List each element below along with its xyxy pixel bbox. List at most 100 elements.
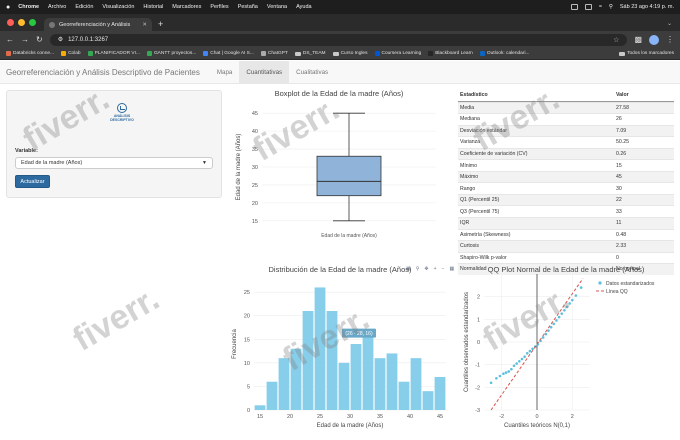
apple-icon[interactable]: ●: [6, 4, 10, 11]
menu-visualizacion[interactable]: Visualización: [102, 4, 134, 10]
all-bookmarks[interactable]: Todos los marcadores: [619, 51, 674, 56]
status-icon[interactable]: [570, 4, 578, 10]
y-tick-label: 30: [252, 165, 258, 171]
histogram-bar: [278, 358, 290, 410]
bookmark-icon: [479, 51, 485, 56]
qq-point: [547, 329, 550, 332]
clock[interactable]: Sáb 23 ago 4:19 p. m.: [620, 4, 674, 10]
stat-value: 26: [616, 116, 622, 123]
menu-ventana[interactable]: Ventana: [267, 4, 287, 10]
reload-icon[interactable]: ↻: [36, 35, 43, 44]
zoom-in-icon[interactable]: +: [434, 266, 437, 272]
site-info-icon[interactable]: ⚙: [58, 36, 63, 43]
bookmark-label: Databricks conne...: [13, 51, 55, 56]
forward-icon[interactable]: →: [21, 35, 29, 44]
qq-point: [510, 367, 513, 371]
bookmark-item[interactable]: Colab: [61, 51, 81, 56]
y-tick-label: 25: [252, 183, 258, 189]
stats-header-cell[interactable]: Estadístico: [458, 92, 614, 98]
stat-value: 30: [616, 185, 622, 192]
qq-point: [525, 352, 529, 355]
menu-edicion[interactable]: Edición: [75, 4, 93, 10]
sidebar-panel: ANÁLISIS DESCRIPTIVO Variable: Edad de l…: [6, 90, 222, 198]
bookmark-icon: [374, 51, 380, 56]
stats-header-cell[interactable]: Valor: [614, 92, 674, 98]
x-tick-label: 20: [287, 414, 293, 420]
x-tick-label: 2: [571, 414, 574, 420]
extensions-icon[interactable]: ▩: [634, 35, 642, 44]
qq-point: [512, 364, 516, 368]
wifi-icon[interactable]: ≈: [599, 4, 602, 10]
chrome-menu-icon[interactable]: ⋮: [666, 35, 674, 44]
tab-title: Georreferenciación y Análisis: [59, 21, 131, 28]
bookmark-icon: [6, 51, 11, 56]
plot-modebar: ▣ ⚲ ✥ + − ▦ ⌂: [406, 266, 462, 272]
x-axis-label: Cuantiles teóricos N(0,1): [504, 423, 570, 429]
close-window-icon[interactable]: [7, 19, 14, 26]
pan-icon[interactable]: ✥: [424, 266, 428, 272]
maximize-window-icon[interactable]: [29, 19, 36, 26]
menu-chrome[interactable]: Chrome: [18, 4, 39, 10]
menu-archivo[interactable]: Archivo: [48, 4, 66, 10]
y-tick-label: 1: [477, 317, 480, 323]
variable-label: Variable:: [15, 148, 38, 154]
update-button[interactable]: Actualizar: [15, 175, 50, 188]
tab-cuantitativas[interactable]: Cuantitativas: [239, 60, 290, 84]
folder-icon: [294, 51, 301, 56]
close-tab-icon[interactable]: ✕: [142, 22, 147, 28]
browser-tab-active[interactable]: Georreferenciación y Análisis ✕: [44, 18, 152, 31]
y-axis-label: Edad de la madre (Años): [236, 134, 242, 201]
autoscale-icon[interactable]: ▦: [449, 266, 454, 272]
zoom-out-icon[interactable]: −: [442, 266, 445, 272]
zoom-icon[interactable]: ⚲: [416, 266, 420, 272]
stat-value: 11: [616, 220, 622, 227]
stat-name: Máximo: [460, 174, 479, 181]
minimize-window-icon[interactable]: [18, 19, 25, 26]
menu-marcadores[interactable]: Marcadores: [172, 4, 201, 10]
bookmark-item[interactable]: PLANIFICADOR VI...: [87, 51, 140, 56]
qq-point: [498, 374, 502, 378]
bookmark-item[interactable]: Coursera Learning: [374, 51, 421, 56]
stats-row: Desviación estándar 7.09: [458, 124, 674, 137]
new-tab-icon[interactable]: +: [158, 19, 163, 29]
histogram-bar: [302, 311, 314, 410]
menu-perfiles[interactable]: Perfiles: [210, 4, 228, 10]
qq-point: [571, 298, 574, 302]
legend-label: Línea QQ: [606, 289, 628, 295]
tab-mapa[interactable]: Mapa: [210, 61, 239, 84]
x-tick-label: 15: [257, 414, 263, 420]
tab-search-icon[interactable]: ⌄: [667, 20, 672, 27]
y-tick-label: 15: [244, 337, 250, 343]
stats-row: Mínimo 15: [458, 159, 674, 171]
search-icon[interactable]: ⚲: [609, 4, 613, 10]
address-bar[interactable]: ⚙ 127.0.0.1:3267 ☆: [49, 33, 628, 46]
tab-cualitativas[interactable]: Cualitativas: [289, 61, 335, 84]
qq-point: [523, 355, 526, 359]
bookmark-item[interactable]: ChatGPT: [260, 51, 288, 56]
battery-icon[interactable]: [584, 4, 592, 10]
histogram-bar: [422, 391, 434, 410]
profile-avatar[interactable]: [649, 34, 659, 45]
camera-icon[interactable]: ▣: [406, 266, 411, 272]
bookmark-label: Blackboard Learn: [435, 51, 473, 56]
browser-tab-strip: Georreferenciación y Análisis ✕ + ⌄: [0, 14, 680, 31]
stats-header-row: Estadístico Valor: [458, 90, 674, 102]
bookmark-item[interactable]: Chat | Google AI S...: [203, 51, 254, 56]
bookmark-item[interactable]: Curso Ingles: [332, 51, 368, 56]
bookmark-item[interactable]: Databricks conne...: [6, 51, 54, 56]
bookmark-item[interactable]: Blackboard Learn: [428, 51, 473, 56]
stat-value: 50.25: [616, 139, 629, 146]
menu-ayuda[interactable]: Ayuda: [296, 4, 312, 10]
bookmark-item[interactable]: Outlook: calendari...: [479, 51, 530, 56]
bookmark-item[interactable]: DS_TEAM: [294, 51, 326, 56]
back-icon[interactable]: ←: [6, 35, 14, 44]
qq-point: [544, 332, 548, 336]
x-tick-label: 45: [437, 414, 443, 420]
bookmark-star-icon[interactable]: ☆: [613, 36, 619, 44]
menu-historial[interactable]: Historial: [143, 4, 163, 10]
variable-select[interactable]: Edad de la madre (Años) ▼: [15, 157, 213, 169]
qq-point: [565, 305, 569, 309]
bookmark-item[interactable]: GANTT proyectos...: [146, 51, 196, 56]
stat-value: 0.48: [616, 231, 627, 238]
menu-pestana[interactable]: Pestaña: [238, 4, 258, 10]
